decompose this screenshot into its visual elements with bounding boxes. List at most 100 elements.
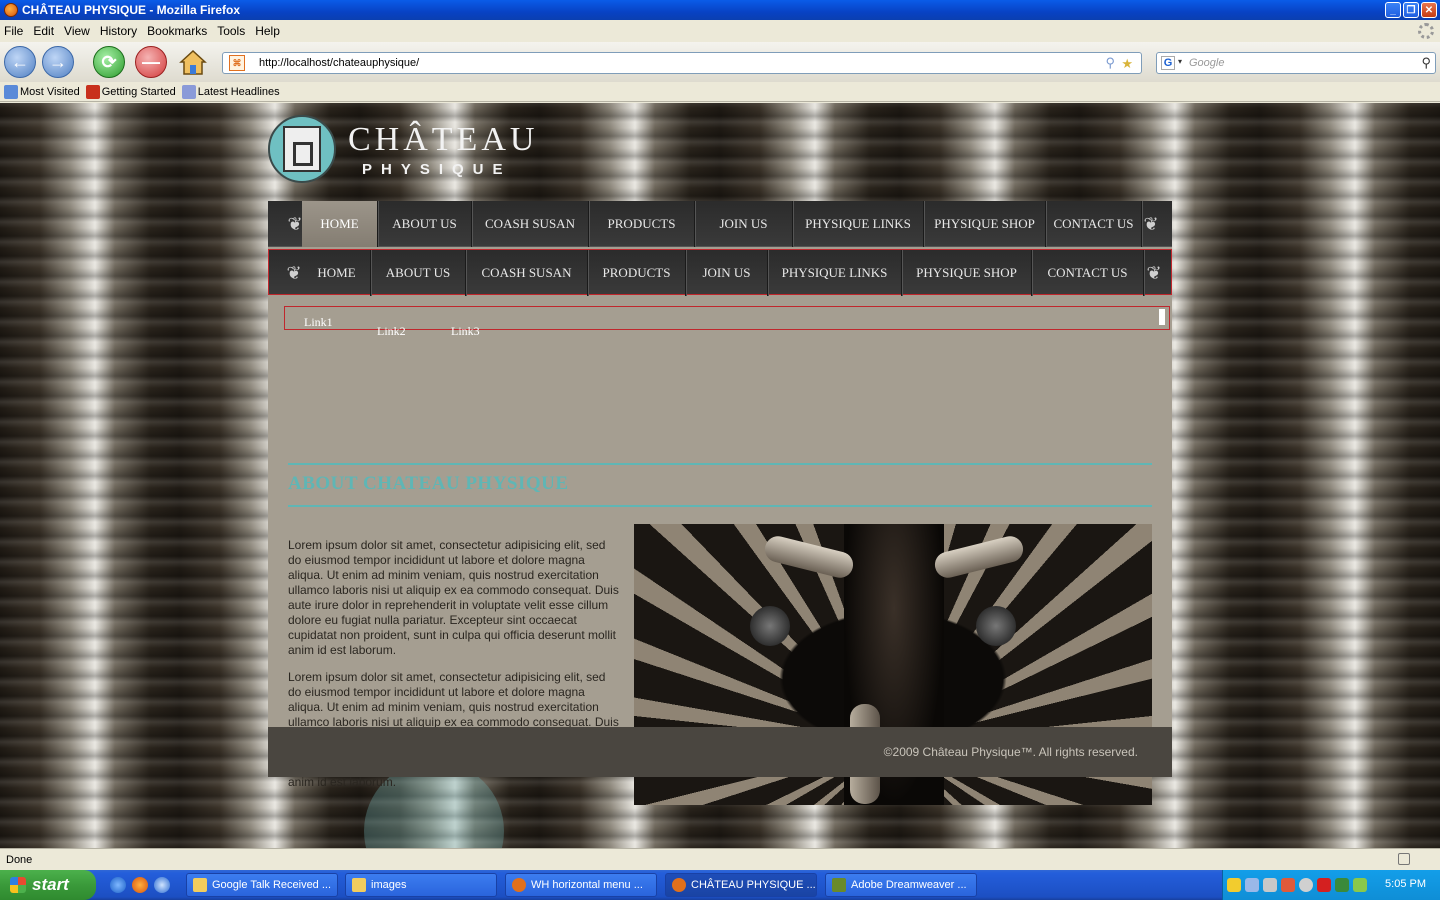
window-title: CHÂTEAU PHYSIQUE - Mozilla Firefox bbox=[22, 3, 241, 17]
nav2-item-coash-susan[interactable]: COASH SUSAN bbox=[466, 250, 588, 296]
nav2-item-contact-us[interactable]: CONTACT US bbox=[1032, 250, 1144, 296]
location-pin-icon[interactable]: ⚲ bbox=[1105, 55, 1115, 71]
bookmark-getting-started[interactable]: Getting Started bbox=[85, 84, 176, 99]
logo-title: CHÂTEAU bbox=[348, 121, 539, 158]
menu-bar: File Edit View History Bookmarks Tools H… bbox=[0, 20, 1440, 42]
volume-tray-icon[interactable] bbox=[1281, 878, 1295, 892]
security-tray-icon[interactable] bbox=[1317, 878, 1331, 892]
windows-flag-icon bbox=[10, 877, 26, 893]
throbber-icon bbox=[1418, 23, 1434, 39]
google-engine-icon[interactable]: G bbox=[1161, 56, 1175, 70]
getting-started-icon bbox=[85, 84, 100, 99]
nav2-item-join-us[interactable]: JOIN US bbox=[686, 250, 768, 296]
copyright-text: ©2009 Château Physique™. All rights rese… bbox=[883, 745, 1138, 759]
windows-taskbar: start Google Talk Received ... images WH… bbox=[0, 870, 1440, 900]
maximize-button[interactable]: ❐ bbox=[1403, 2, 1419, 18]
nav2-item-physique-links[interactable]: PHYSIQUE LINKS bbox=[768, 250, 902, 296]
firefox-icon bbox=[4, 3, 18, 17]
nav2-item-about-us[interactable]: ABOUT US bbox=[371, 250, 466, 296]
ie-alt-quicklaunch-icon[interactable] bbox=[154, 877, 170, 893]
disc-tray-icon[interactable] bbox=[1299, 878, 1313, 892]
heading-divider-bottom bbox=[288, 505, 1152, 507]
chat-tray-icon[interactable] bbox=[1245, 878, 1259, 892]
url-text: http://localhost/chateauphysique/ bbox=[259, 57, 420, 69]
nav1-item-coash-susan[interactable]: COASH SUSAN bbox=[472, 201, 589, 247]
reload-button[interactable]: ⟳ bbox=[93, 46, 125, 78]
nav1-item-about-us[interactable]: ABOUT US bbox=[378, 201, 472, 247]
close-button[interactable]: ✕ bbox=[1421, 2, 1437, 18]
nav2-item-home[interactable]: HOME bbox=[303, 250, 371, 296]
rss-feed-icon bbox=[181, 84, 196, 99]
site-footer: ©2009 Château Physique™. All rights rese… bbox=[268, 727, 1172, 777]
task-google-talk[interactable]: Google Talk Received ... bbox=[186, 873, 338, 897]
status-bar: Done bbox=[0, 848, 1440, 870]
body-paragraph-1: Lorem ipsum dolor sit amet, consectetur … bbox=[288, 538, 619, 657]
stop-button[interactable]: — bbox=[135, 46, 167, 78]
search-input[interactable]: G ▾ Google ⚲ bbox=[1156, 52, 1436, 74]
dreamweaver-icon bbox=[832, 878, 846, 892]
task-dreamweaver[interactable]: Adobe Dreamweaver ... bbox=[825, 873, 977, 897]
submenu-link-3[interactable]: Link3 bbox=[451, 324, 480, 339]
primary-nav: ❦ HOME ABOUT US COASH SUSAN PRODUCTS JOI… bbox=[268, 201, 1172, 247]
ve-tray-icon[interactable] bbox=[1335, 878, 1349, 892]
warning-tray-icon[interactable] bbox=[1227, 878, 1241, 892]
heading-divider-top bbox=[288, 463, 1152, 465]
home-button[interactable] bbox=[177, 46, 209, 78]
nav-ornament-right-icon: ❦ bbox=[1143, 213, 1159, 234]
system-tray: 5:05 PM bbox=[1222, 870, 1440, 900]
search-icon[interactable]: ⚲ bbox=[1421, 55, 1431, 71]
most-visited-icon bbox=[4, 84, 18, 99]
minimize-button[interactable]: _ bbox=[1385, 2, 1401, 18]
site-logo[interactable]: CHÂTEAU PHYSIQUE bbox=[268, 115, 534, 187]
submenu-link-2[interactable]: Link2 bbox=[377, 324, 406, 339]
submenu-scrollbar[interactable] bbox=[1159, 309, 1165, 325]
window-controls: _ ❐ ✕ bbox=[1385, 2, 1437, 18]
menu-edit[interactable]: Edit bbox=[33, 24, 54, 38]
firefox-icon bbox=[672, 878, 686, 892]
task-wh-menu[interactable]: WH horizontal menu ... bbox=[505, 873, 657, 897]
back-button[interactable]: ← bbox=[4, 46, 36, 78]
nav1-item-physique-shop[interactable]: PHYSIQUE SHOP bbox=[924, 201, 1046, 247]
nav1-item-contact-us[interactable]: CONTACT US bbox=[1046, 201, 1142, 247]
menu-view[interactable]: View bbox=[64, 24, 90, 38]
navigation-toolbar: ← → ⟳ — ⌘ http://localhost/chateauphysiq… bbox=[0, 42, 1440, 82]
page-heading: ABOUT CHATEAU PHYSIQUE bbox=[288, 473, 569, 494]
nav1-item-join-us[interactable]: JOIN US bbox=[695, 201, 793, 247]
update-tray-icon[interactable] bbox=[1353, 878, 1367, 892]
submenu-link-1[interactable]: Link1 bbox=[304, 315, 333, 330]
menu-file[interactable]: File bbox=[4, 24, 23, 38]
logo-subtitle: PHYSIQUE bbox=[362, 161, 512, 178]
castle-logo-icon bbox=[268, 115, 336, 183]
engine-dropdown-icon[interactable]: ▾ bbox=[1178, 57, 1182, 66]
menu-history[interactable]: History bbox=[100, 24, 137, 38]
bookmark-latest-headlines[interactable]: Latest Headlines bbox=[181, 84, 280, 99]
bookmark-most-visited[interactable]: Most Visited bbox=[4, 84, 80, 99]
nav1-item-home[interactable]: HOME bbox=[302, 201, 378, 247]
task-images[interactable]: images bbox=[345, 873, 497, 897]
taskbar-clock[interactable]: 5:05 PM bbox=[1385, 878, 1426, 890]
page-viewport: CHÂTEAU PHYSIQUE ❦ HOME ABOUT US COASH S… bbox=[0, 103, 1440, 848]
nav1-item-physique-links[interactable]: PHYSIQUE LINKS bbox=[793, 201, 924, 247]
bookmarks-toolbar: Most Visited Getting Started Latest Head… bbox=[0, 82, 1440, 102]
network-tray-icon[interactable] bbox=[1263, 878, 1277, 892]
nav2-item-physique-shop[interactable]: PHYSIQUE SHOP bbox=[902, 250, 1032, 296]
nav1-item-products[interactable]: PRODUCTS bbox=[589, 201, 695, 247]
folder-icon bbox=[352, 878, 366, 892]
ie-quicklaunch-icon[interactable] bbox=[110, 877, 126, 893]
status-addon-icon[interactable] bbox=[1398, 853, 1410, 865]
task-chateau-physique[interactable]: CHÂTEAU PHYSIQUE ... bbox=[665, 873, 817, 897]
address-bar[interactable]: ⌘ http://localhost/chateauphysique/ ⚲ ★ bbox=[222, 52, 1142, 74]
main-panel: ❦ HOME ABOUT US COASH SUSAN PRODUCTS JOI… bbox=[268, 201, 1172, 848]
bookmark-star-icon[interactable]: ★ bbox=[1121, 56, 1133, 72]
start-button[interactable]: start bbox=[0, 870, 96, 900]
nav2-item-products[interactable]: PRODUCTS bbox=[588, 250, 686, 296]
search-placeholder: Google bbox=[1189, 57, 1225, 69]
firefox-quicklaunch-icon[interactable] bbox=[132, 877, 148, 893]
menu-bookmarks[interactable]: Bookmarks bbox=[147, 24, 207, 38]
forward-button[interactable]: → bbox=[42, 46, 74, 78]
nav2-ornament-left-icon: ❦ bbox=[286, 262, 302, 283]
nav2-ornament-right-icon: ❦ bbox=[1146, 262, 1162, 283]
menu-tools[interactable]: Tools bbox=[217, 24, 245, 38]
menu-help[interactable]: Help bbox=[255, 24, 280, 38]
status-text: Done bbox=[6, 853, 33, 866]
